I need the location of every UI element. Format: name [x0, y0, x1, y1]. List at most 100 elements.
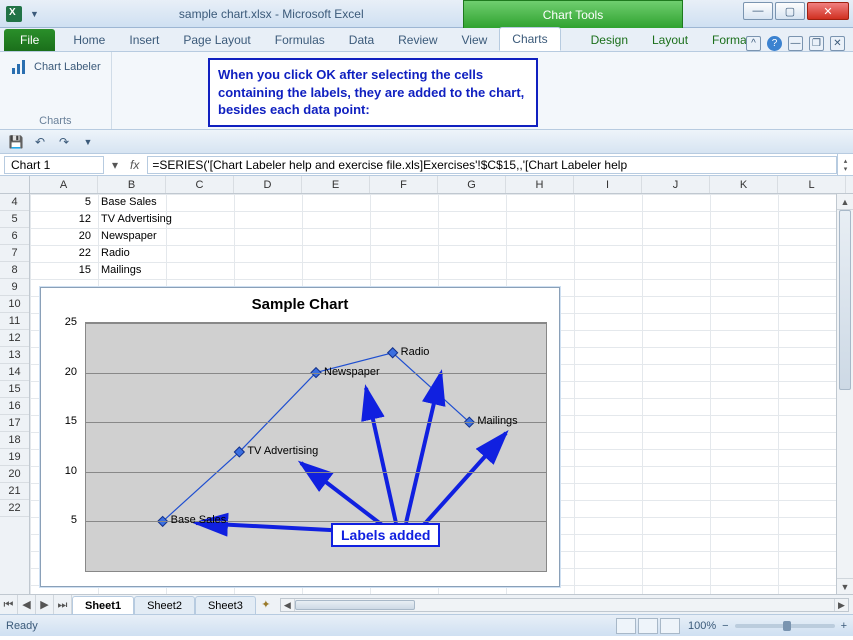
row-header[interactable]: 13: [0, 347, 29, 364]
col-header[interactable]: J: [642, 176, 710, 193]
tab-design[interactable]: Design: [579, 29, 640, 51]
workbook-close-icon[interactable]: ✕: [830, 36, 845, 51]
formula-bar-input[interactable]: =SERIES('[Chart Labeler help and exercis…: [147, 156, 837, 174]
normal-view-icon[interactable]: [616, 618, 636, 634]
row-header[interactable]: 7: [0, 245, 29, 262]
scroll-left-icon[interactable]: ◀: [281, 599, 295, 611]
tab-view[interactable]: View: [450, 29, 500, 51]
cell[interactable]: Radio: [98, 245, 133, 262]
cell[interactable]: 20: [30, 228, 94, 245]
row-header[interactable]: 22: [0, 500, 29, 517]
row-header[interactable]: 17: [0, 415, 29, 432]
cell[interactable]: 15: [30, 262, 94, 279]
cell[interactable]: 22: [30, 245, 94, 262]
row-header[interactable]: 14: [0, 364, 29, 381]
sheet-nav-prev-icon[interactable]: ◀: [18, 595, 36, 614]
workbook-restore-icon[interactable]: ❐: [809, 36, 824, 51]
col-header[interactable]: G: [438, 176, 506, 193]
zoom-in-icon[interactable]: +: [841, 620, 847, 632]
qat-customize-icon[interactable]: ▼: [78, 133, 98, 151]
tab-insert[interactable]: Insert: [117, 29, 171, 51]
row-header[interactable]: 6: [0, 228, 29, 245]
tab-charts[interactable]: Charts: [499, 27, 560, 51]
tab-layout[interactable]: Layout: [640, 29, 700, 51]
sheet-nav-last-icon[interactable]: ⏭: [54, 595, 72, 614]
horizontal-scrollbar[interactable]: ◀ ▶: [280, 598, 849, 612]
name-box-dropdown-icon[interactable]: ▾: [108, 158, 122, 172]
maximize-button[interactable]: ▢: [775, 2, 805, 20]
row-header[interactable]: 4: [0, 194, 29, 211]
undo-icon[interactable]: ↶: [30, 133, 50, 151]
col-header[interactable]: K: [710, 176, 778, 193]
row-header[interactable]: 11: [0, 313, 29, 330]
row-header[interactable]: 9: [0, 279, 29, 296]
row-header[interactable]: 18: [0, 432, 29, 449]
row-header[interactable]: 21: [0, 483, 29, 500]
dropdown-icon[interactable]: ▼: [30, 9, 39, 19]
name-box[interactable]: Chart 1: [4, 156, 104, 174]
col-header[interactable]: B: [98, 176, 166, 193]
vertical-scrollbar[interactable]: ▲ ▼: [836, 194, 853, 594]
col-header[interactable]: I: [574, 176, 642, 193]
tab-page-layout[interactable]: Page Layout: [171, 29, 262, 51]
worksheet-grid[interactable]: 5Base Sales12TV Advertising20Newspaper22…: [30, 194, 836, 594]
zoom-level[interactable]: 100%: [688, 620, 716, 632]
zoom-slider-thumb[interactable]: [783, 621, 791, 631]
cell[interactable]: Base Sales: [98, 194, 160, 211]
row-header[interactable]: 15: [0, 381, 29, 398]
row-header[interactable]: 19: [0, 449, 29, 466]
scroll-up-icon[interactable]: ▲: [837, 194, 853, 210]
col-header[interactable]: E: [302, 176, 370, 193]
sheet-tab-1[interactable]: Sheet1: [72, 596, 134, 614]
row-header[interactable]: 20: [0, 466, 29, 483]
close-button[interactable]: ✕: [807, 2, 849, 20]
cell[interactable]: Newspaper: [98, 228, 160, 245]
fx-icon[interactable]: fx: [122, 158, 147, 172]
file-tab[interactable]: File: [4, 29, 55, 51]
row-header[interactable]: 10: [0, 296, 29, 313]
row-header[interactable]: 12: [0, 330, 29, 347]
row-header[interactable]: 16: [0, 398, 29, 415]
cell[interactable]: TV Advertising: [98, 211, 175, 228]
scroll-right-icon[interactable]: ▶: [834, 599, 848, 611]
help-icon[interactable]: ?: [767, 36, 782, 51]
scroll-thumb[interactable]: [839, 210, 851, 390]
workbook-minimize-icon[interactable]: —: [788, 36, 803, 51]
redo-icon[interactable]: ↷: [54, 133, 74, 151]
col-header[interactable]: A: [30, 176, 98, 193]
sheet-tab-2[interactable]: Sheet2: [134, 596, 195, 614]
scroll-down-icon[interactable]: ▼: [837, 578, 853, 594]
zoom-out-icon[interactable]: −: [722, 620, 728, 632]
row-header[interactable]: 8: [0, 262, 29, 279]
chart-labeler-icon[interactable]: [10, 56, 30, 76]
col-header[interactable]: H: [506, 176, 574, 193]
cell[interactable]: Mailings: [98, 262, 144, 279]
col-header[interactable]: C: [166, 176, 234, 193]
sheet-nav-next-icon[interactable]: ▶: [36, 595, 54, 614]
row-headers[interactable]: 45678910111213141516171819202122: [0, 194, 30, 594]
tab-home[interactable]: Home: [61, 29, 117, 51]
formula-bar-expand-icon[interactable]: ▴▾: [837, 154, 853, 176]
col-header[interactable]: D: [234, 176, 302, 193]
sheet-nav-first-icon[interactable]: ⏮: [0, 595, 18, 614]
hscroll-thumb[interactable]: [295, 600, 415, 610]
cell[interactable]: 5: [30, 194, 94, 211]
zoom-slider[interactable]: [735, 624, 835, 628]
tab-formulas[interactable]: Formulas: [263, 29, 337, 51]
cell[interactable]: 12: [30, 211, 94, 228]
tab-review[interactable]: Review: [386, 29, 449, 51]
row-header[interactable]: 5: [0, 211, 29, 228]
page-break-view-icon[interactable]: [660, 618, 680, 634]
chart-labeler-button[interactable]: Chart Labeler: [34, 61, 101, 73]
page-layout-view-icon[interactable]: [638, 618, 658, 634]
sheet-tab-3[interactable]: Sheet3: [195, 596, 256, 614]
minimize-button[interactable]: —: [743, 2, 773, 20]
col-header[interactable]: L: [778, 176, 846, 193]
embedded-chart[interactable]: Sample Chart 510152025 Labels added Base…: [40, 287, 560, 587]
minimize-ribbon-icon[interactable]: ^: [746, 36, 761, 51]
col-header[interactable]: F: [370, 176, 438, 193]
new-sheet-icon[interactable]: ✦: [256, 598, 276, 611]
tab-data[interactable]: Data: [337, 29, 386, 51]
select-all-corner[interactable]: [0, 176, 30, 193]
save-icon[interactable]: 💾: [6, 133, 26, 151]
